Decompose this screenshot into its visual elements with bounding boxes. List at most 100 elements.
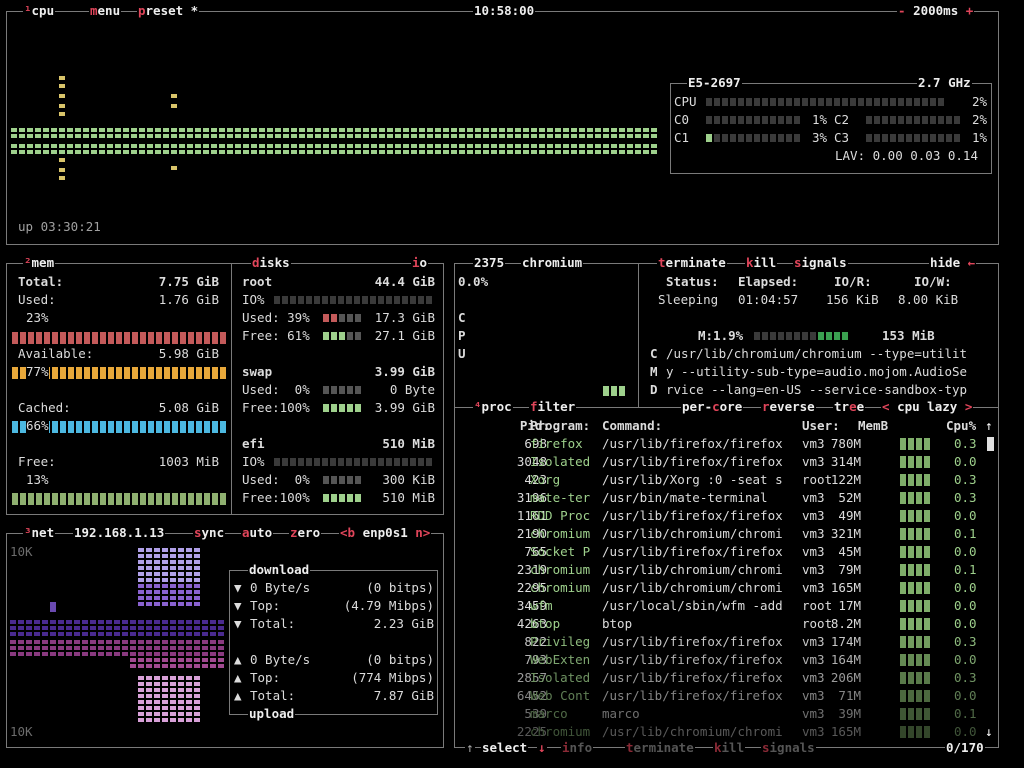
table-row[interactable]: 2225 chromium/usr/lib/chromium/chromi vm3 1…	[455, 723, 998, 741]
cpu-graph-cell	[579, 134, 585, 138]
proc-graph-cell	[916, 564, 922, 576]
footer-signals-button[interactable]: signals	[761, 740, 816, 756]
table-row[interactable]: 3196 mate-ter/usr/bin/mate-terminal vm3 52M…	[455, 489, 998, 507]
net-graph-cell	[146, 626, 152, 630]
net-graph-cell	[74, 620, 80, 624]
cpu-graph-cell	[163, 128, 169, 132]
table-row[interactable]: 765 Socket P/usr/lib/firefox/firefox vm3 45…	[455, 543, 998, 561]
net-graph-cell	[10, 646, 16, 650]
disks-title[interactable]: disks	[251, 255, 291, 271]
table-row[interactable]: 6452 Web Cont/usr/lib/firefox/firefox vm3 7…	[455, 687, 998, 705]
cpu-graph-cell	[227, 150, 233, 154]
col-user[interactable]: User:	[802, 417, 840, 435]
interval-control[interactable]: - 2000ms +	[897, 3, 975, 19]
footer-kill-button[interactable]: kill	[713, 740, 746, 756]
interface-selector[interactable]: <b enp0s1 n>	[339, 525, 432, 541]
sort-prev-button[interactable]: <	[882, 399, 890, 414]
io-toggle[interactable]: io	[411, 255, 429, 271]
interface-prev-button[interactable]: <b	[340, 525, 355, 540]
net-graph-cell	[146, 718, 152, 722]
net-graph-cell	[138, 554, 144, 558]
table-row[interactable]: 2295 chromium/usr/lib/chromium/chromi vm3 1…	[455, 579, 998, 597]
table-row[interactable]: 793 WebExten/usr/lib/firefox/firefox vm3 16…	[455, 651, 998, 669]
filter-button[interactable]: filter	[529, 399, 577, 415]
sync-toggle[interactable]: sync	[193, 525, 226, 541]
mem-meter-cell	[68, 332, 74, 344]
table-row[interactable]: 2857 Isolated/usr/lib/firefox/firefox vm3 2…	[455, 669, 998, 687]
download-rate: 0 Byte/s	[250, 580, 311, 595]
footer-terminate-button[interactable]: terminate	[625, 740, 695, 756]
scroll-up-icon[interactable]: ↑	[985, 417, 993, 435]
sort-next-button[interactable]: >	[965, 399, 973, 414]
cpu-graph-cell	[227, 128, 233, 132]
meter-cell	[347, 332, 353, 340]
net-graph-cell	[154, 584, 160, 588]
net-graph-cell	[186, 578, 192, 582]
meter-cell	[730, 116, 736, 124]
preset-button[interactable]: preset *	[137, 3, 200, 19]
table-row[interactable]: 698 firefox/usr/lib/firefox/firefox vm3 780…	[455, 435, 998, 453]
cpu-graph-cell	[523, 144, 529, 148]
proc-mem-graph	[900, 546, 930, 558]
net-graph-cell	[186, 596, 192, 600]
tree-toggle[interactable]: tree	[833, 399, 866, 415]
mem-meter-cell	[180, 332, 186, 344]
cpu-graph-cell	[115, 128, 121, 132]
proc-program: marco	[530, 706, 568, 721]
reverse-toggle[interactable]: reverse	[761, 399, 816, 415]
col-command[interactable]: Command:	[602, 417, 662, 435]
signals-button[interactable]: signals	[793, 255, 848, 271]
mem-meter-cell	[92, 493, 98, 505]
zero-toggle[interactable]: zero	[289, 525, 322, 541]
table-row[interactable]: 822 Privileg/usr/lib/firefox/firefox vm3 17…	[455, 633, 998, 651]
table-row[interactable]: 1161 RDD Proc/usr/lib/firefox/firefox vm3 4…	[455, 507, 998, 525]
cpu-graph-cell	[571, 144, 577, 148]
footer-down-icon[interactable]: ↓	[537, 740, 547, 756]
menu-button[interactable]: menu	[89, 3, 122, 19]
table-row[interactable]: 2319 chromium/usr/lib/chromium/chromi vm3 7…	[455, 561, 998, 579]
net-graph-cell	[154, 682, 160, 686]
proc-command: /usr/local/sbin/wfm -add	[602, 598, 783, 613]
net-graph-cell	[178, 554, 184, 558]
footer-up-icon[interactable]: ↑	[465, 740, 475, 756]
table-row[interactable]: 3459 wfm/usr/local/sbin/wfm -add root 17M 0.…	[455, 597, 998, 615]
interface-next-button[interactable]: n>	[415, 525, 430, 540]
net-graph-cell	[178, 602, 184, 606]
terminate-button[interactable]: terminate	[657, 255, 727, 271]
table-row[interactable]: 2190 chromium/usr/lib/chromium/chromi vm3 3…	[455, 525, 998, 543]
proc-cpu: 0.3	[954, 670, 977, 685]
meter-cell	[818, 98, 824, 106]
interval-plus-button[interactable]: +	[966, 3, 974, 18]
cpu-graph-cell	[187, 150, 193, 154]
auto-toggle[interactable]: auto	[241, 525, 274, 541]
mem-meter-cell	[108, 332, 114, 344]
proc-command: /usr/lib/firefox/firefox	[602, 688, 783, 703]
table-row[interactable]: 4263 btop btop root 8.2M 0.0	[455, 615, 998, 633]
net-graph-cell	[186, 718, 192, 722]
scrollbar-thumb[interactable]	[987, 437, 994, 451]
meter-cell	[402, 458, 408, 466]
table-row[interactable]: 423 Xorg/usr/lib/Xorg :0 -seat s root 122M 0…	[455, 471, 998, 489]
net-graph-cell	[194, 676, 200, 680]
per-core-toggle[interactable]: per-core	[681, 399, 744, 415]
info-button[interactable]: info	[561, 740, 594, 756]
kill-button[interactable]: kill	[745, 255, 778, 271]
table-row[interactable]: 539 marco marco vm3 39M 0.1	[455, 705, 998, 723]
net-graph-cell	[178, 646, 184, 650]
col-mem[interactable]: MemB	[858, 417, 888, 435]
select-button[interactable]: select	[481, 740, 529, 756]
table-row[interactable]: 3048 Isolated/usr/lib/firefox/firefox vm3 3…	[455, 453, 998, 471]
net-graph-cell	[194, 596, 200, 600]
cpu-graph-cell	[555, 150, 561, 154]
meter-cell	[274, 458, 280, 466]
proc-graph-cell	[924, 546, 930, 558]
net-graph-cell	[26, 626, 32, 630]
proc-cpu: 0.0	[954, 598, 977, 613]
cpu-graph-cell	[419, 134, 425, 138]
sort-selector[interactable]: < cpu lazy >	[881, 399, 974, 415]
col-program[interactable]: Program:	[530, 417, 590, 435]
interval-minus-button[interactable]: -	[898, 3, 906, 18]
scroll-down-icon[interactable]: ↓	[985, 723, 993, 741]
hide-detail-button[interactable]: hide ←	[929, 255, 977, 271]
col-cpu[interactable]: Cpu%	[946, 417, 976, 435]
